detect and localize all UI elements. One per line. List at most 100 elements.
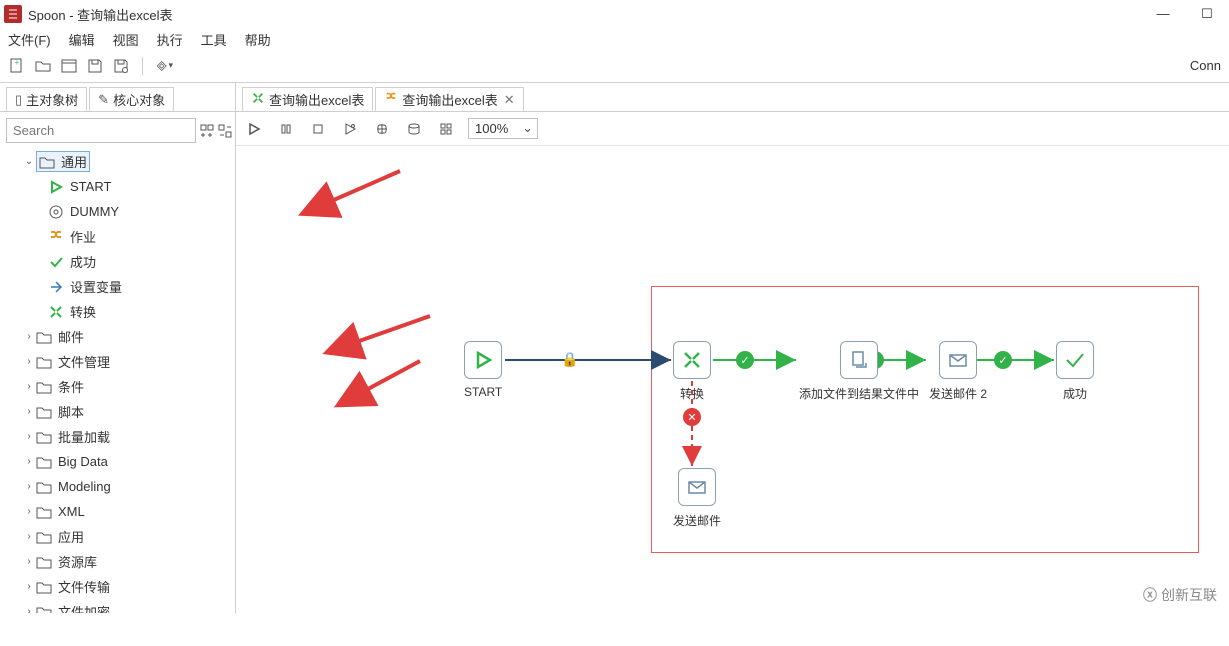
connect-label[interactable]: Conn — [1190, 58, 1221, 73]
folder-icon — [36, 430, 56, 444]
list-icon: ▯ — [15, 92, 22, 108]
job-canvas[interactable]: 🔒 START 转换 添加文件到结果文件中 发送邮件 2 — [236, 146, 1229, 620]
chevron-right-icon: › — [22, 406, 36, 417]
object-tree: ⌄ 通用 START DUMMY 作业 成 — [0, 149, 235, 613]
tree-folder-modeling[interactable]: ›Modeling — [4, 474, 235, 499]
explore-icon[interactable] — [60, 57, 78, 75]
job-icon — [384, 91, 398, 108]
open-file-icon[interactable] — [34, 57, 52, 75]
menu-edit[interactable]: 编辑 — [69, 30, 95, 49]
tree-item-job[interactable]: 作业 — [4, 224, 235, 249]
trans-icon — [251, 91, 265, 108]
menu-bar: 文件(F) 编辑 视图 执行 工具 帮助 — [0, 28, 1229, 53]
hop-ok-icon[interactable] — [736, 351, 754, 369]
tree-item-dummy[interactable]: DUMMY — [4, 199, 235, 224]
setvar-icon — [48, 279, 68, 295]
tree-item-setvar[interactable]: 设置变量 — [4, 274, 235, 299]
tree-folder-filemanage[interactable]: ›文件管理 — [4, 349, 235, 374]
tree-folder-filetransfer[interactable]: ›文件传输 — [4, 574, 235, 599]
chevron-right-icon: › — [22, 506, 36, 517]
search-input[interactable] — [6, 118, 196, 143]
tree-folder-condition[interactable]: ›条件 — [4, 374, 235, 399]
app-icon — [4, 5, 22, 23]
menu-file[interactable]: 文件(F) — [8, 30, 51, 49]
minimize-button[interactable]: — — [1153, 6, 1173, 22]
expand-all-icon[interactable] — [200, 120, 214, 142]
chevron-right-icon: › — [22, 431, 36, 442]
node-trans[interactable]: 转换 — [673, 341, 711, 402]
close-icon[interactable]: ✕ — [504, 92, 515, 108]
node-start[interactable]: START — [464, 341, 502, 399]
maximize-button[interactable]: ☐ — [1197, 6, 1217, 22]
folder-icon — [36, 355, 56, 369]
tree-item-success[interactable]: 成功 — [4, 249, 235, 274]
node-addfile[interactable]: 添加文件到结果文件中 — [799, 341, 919, 402]
tree-item-trans[interactable]: 转换 — [4, 299, 235, 324]
chevron-right-icon: › — [22, 456, 36, 467]
explore-db-icon[interactable] — [404, 119, 424, 139]
tree-folder-repo[interactable]: ›资源库 — [4, 549, 235, 574]
editor-tab-2[interactable]: 查询输出excel表 ✕ — [375, 87, 523, 111]
folder-icon — [36, 580, 56, 594]
folder-icon — [36, 555, 56, 569]
tree-item-start[interactable]: START — [4, 174, 235, 199]
dummy-icon — [48, 204, 68, 220]
layout-icon[interactable] — [436, 119, 456, 139]
chevron-down-icon: ⌄ — [22, 156, 36, 167]
svg-text:+: + — [15, 58, 20, 67]
chevron-right-icon: › — [22, 381, 36, 392]
watermark: ⓧ 创新互联 — [1137, 583, 1223, 607]
zoom-select[interactable]: 100% — [468, 118, 538, 139]
tree-folder-application[interactable]: ›应用 — [4, 524, 235, 549]
menu-run[interactable]: 执行 — [157, 30, 183, 49]
trans-icon — [48, 304, 68, 320]
tree-folder-general[interactable]: ⌄ 通用 — [4, 149, 235, 174]
chevron-right-icon: › — [22, 356, 36, 367]
folder-icon — [39, 155, 59, 169]
lock-icon: 🔒 — [561, 351, 578, 368]
folder-icon — [36, 330, 56, 344]
tree-folder-bulkload[interactable]: ›批量加载 — [4, 424, 235, 449]
chevron-right-icon: › — [22, 531, 36, 542]
stop-icon[interactable] — [308, 119, 328, 139]
folder-icon — [36, 405, 56, 419]
tree-folder-fileencrypt[interactable]: ›文件加密 — [4, 599, 235, 613]
pause-icon[interactable] — [276, 119, 296, 139]
job-icon — [48, 229, 68, 245]
tree-folder-bigdata[interactable]: ›Big Data — [4, 449, 235, 474]
tree-folder-script[interactable]: ›脚本 — [4, 399, 235, 424]
tree-folder-mail[interactable]: ›邮件 — [4, 324, 235, 349]
success-icon — [48, 254, 68, 270]
chevron-right-icon: › — [22, 481, 36, 492]
hop-ok-icon[interactable] — [994, 351, 1012, 369]
window-title: Spoon - 查询输出excel表 — [28, 5, 1153, 24]
folder-icon — [36, 380, 56, 394]
sql-icon[interactable] — [372, 119, 392, 139]
menu-view[interactable]: 视图 — [113, 30, 139, 49]
collapse-all-icon[interactable] — [218, 120, 232, 142]
run-icon[interactable] — [244, 119, 264, 139]
menu-help[interactable]: 帮助 — [245, 30, 271, 49]
watermark-logo-icon: ⓧ — [1143, 585, 1157, 605]
folder-icon — [36, 505, 56, 519]
node-mail[interactable]: 发送邮件 — [673, 468, 721, 529]
menu-tools[interactable]: 工具 — [201, 30, 227, 49]
chevron-right-icon: › — [22, 556, 36, 567]
perspective-icon[interactable]: ▾ — [155, 57, 173, 75]
node-success[interactable]: 成功 — [1056, 341, 1094, 402]
node-mail2[interactable]: 发送邮件 2 — [929, 341, 987, 402]
save-as-icon[interactable] — [112, 57, 130, 75]
hop-fail-icon[interactable] — [683, 408, 701, 426]
chevron-right-icon: › — [22, 331, 36, 342]
new-file-icon[interactable]: + — [8, 57, 26, 75]
editor-tab-1[interactable]: 查询输出excel表 — [242, 87, 373, 111]
tab-core-objects[interactable]: ✎ 核心对象 — [89, 87, 174, 111]
chevron-right-icon: › — [22, 581, 36, 592]
tree-folder-xml[interactable]: ›XML — [4, 499, 235, 524]
folder-icon — [36, 455, 56, 469]
folder-icon — [36, 480, 56, 494]
folder-icon — [36, 530, 56, 544]
tab-object-tree[interactable]: ▯ 主对象树 — [6, 87, 87, 111]
preview-icon[interactable] — [340, 119, 360, 139]
save-icon[interactable] — [86, 57, 104, 75]
